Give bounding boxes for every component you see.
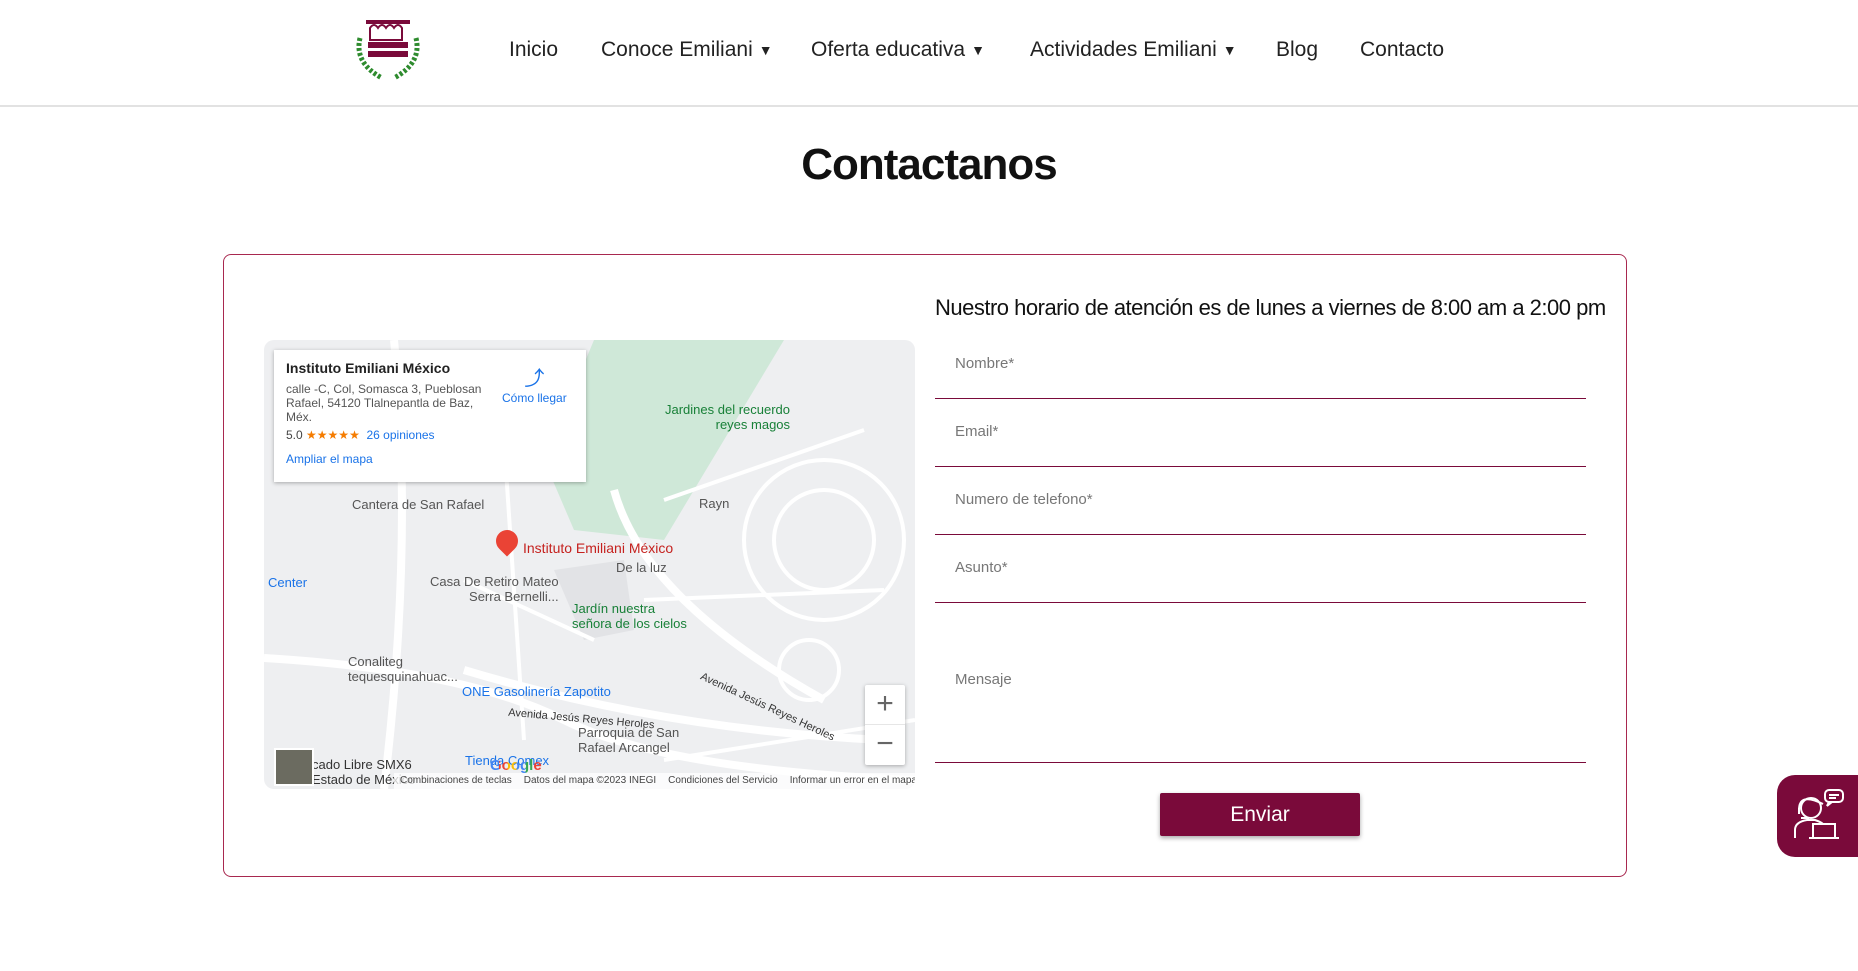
place-rating: 5.0 ★★★★★ 26 opiniones: [286, 428, 574, 442]
map-label-line: Casa De Retiro Mateo: [430, 574, 559, 589]
caret-down-icon: ▼: [1222, 42, 1237, 58]
nav-contacto[interactable]: Contacto: [1360, 38, 1444, 62]
star-icons: ★★★★★: [306, 428, 360, 442]
map-footer: Combinaciones de teclas Datos del mapa ©…: [394, 773, 915, 789]
map-label-line: tequesquinahuac...: [348, 669, 458, 684]
nav-label: Conoce Emiliani: [601, 38, 753, 61]
map-label: Center: [268, 575, 308, 590]
map-label-line: Jardines del recuerdo: [665, 402, 791, 417]
map-footer-link[interactable]: Informar un error en el mapa: [790, 775, 915, 787]
directions-label: Cómo llegar: [502, 391, 567, 405]
map-label: Parroquia de San Rafael Arcangel: [578, 725, 679, 755]
nav-label: Inicio: [509, 38, 559, 61]
embedded-map[interactable]: Cantera de San Rafael Instituto Emiliani…: [264, 340, 915, 789]
map-label-line: Conaliteg: [348, 654, 403, 669]
top-nav: Inicio Conoce Emiliani ▼ Oferta educativa…: [0, 0, 1858, 107]
caret-down-icon: ▼: [971, 42, 985, 58]
map-label-line: Rafael Arcangel: [578, 740, 670, 755]
map-label-line: Parroquia de San: [578, 725, 680, 740]
map-label-line: cado Libre SMX6: [312, 757, 412, 772]
place-address: calle -C, Col, Somasca 3, Pueblosan Rafa…: [286, 382, 482, 424]
map-footer-text: Datos del mapa ©2023 INEGI: [523, 775, 657, 786]
chat-widget-button[interactable]: [1777, 775, 1858, 857]
map-label-line: Serra Bernelli...: [469, 589, 559, 604]
nav-label: Oferta educativa: [811, 38, 966, 61]
map-place-label[interactable]: Instituto Emiliani México: [523, 541, 673, 556]
message-field[interactable]: Mensaje: [935, 671, 1586, 763]
page-title: Contactanos: [801, 140, 1057, 189]
zoom-out-button[interactable]: −: [865, 725, 905, 765]
map-label: Rayn: [699, 496, 730, 511]
map-info-card: Instituto Emiliani México calle -C, Col,…: [274, 350, 586, 482]
phone-field[interactable]: Numero de telefono*: [935, 491, 1586, 535]
map-label-line: señora de los cielos: [572, 616, 687, 631]
caret-down-icon: ▼: [758, 42, 773, 58]
nav-label: Actividades Emiliani: [1030, 38, 1217, 61]
map-footer-link[interactable]: Condiciones del Servicio: [668, 775, 778, 787]
reviews-link[interactable]: 26 opiniones: [367, 428, 435, 442]
map-label: Jardines del recuerdo reyes magos: [665, 402, 790, 432]
nav-oferta-educativa[interactable]: Oferta educativa ▼: [811, 38, 985, 62]
map-label: Cantera de San Rafael: [352, 497, 485, 512]
map-label: Jardín nuestra señora de los cielos: [572, 601, 687, 631]
nav-conoce-emiliani[interactable]: Conoce Emiliani ▼: [601, 38, 773, 62]
support-agent-icon: [1794, 789, 1844, 839]
nav-label: Contacto: [1360, 38, 1445, 61]
office-hours-heading: Nuestro horario de atención es de lunes …: [935, 295, 1606, 320]
email-field[interactable]: Email*: [935, 423, 1586, 467]
rating-value: 5.0: [286, 428, 303, 442]
subject-field[interactable]: Asunto*: [935, 559, 1586, 603]
map-label-line: Jardín nuestra: [572, 601, 656, 616]
directions-button[interactable]: ⤴ Cómo llegar: [502, 362, 567, 405]
enlarge-map-link[interactable]: Ampliar el mapa: [286, 452, 574, 466]
map-footer-link[interactable]: Combinaciones de teclas: [400, 775, 512, 787]
nav-blog[interactable]: Blog: [1276, 38, 1318, 62]
map-label-line: reyes magos: [715, 417, 791, 432]
google-logo: Google: [490, 757, 542, 774]
zoom-in-button[interactable]: +: [865, 685, 905, 725]
map-label: Conaliteg tequesquinahuac...: [348, 654, 458, 684]
map-label: Casa De Retiro Mateo Serra Bernelli...: [430, 574, 559, 604]
satellite-thumbnail[interactable]: [274, 748, 314, 786]
school-logo[interactable]: [352, 18, 424, 84]
nav-actividades-emiliani[interactable]: Actividades Emiliani ▼: [1030, 38, 1237, 62]
nav-label: Blog: [1276, 38, 1319, 61]
map-label: ONE Gasolinería Zapotito: [462, 684, 611, 699]
map-label: De la luz: [616, 560, 667, 575]
directions-icon: ⤴: [524, 368, 545, 390]
name-field[interactable]: Nombre*: [935, 355, 1586, 399]
map-zoom-controls: + −: [865, 685, 905, 765]
submit-button[interactable]: Enviar: [1160, 793, 1360, 836]
nav-inicio[interactable]: Inicio: [509, 38, 558, 62]
